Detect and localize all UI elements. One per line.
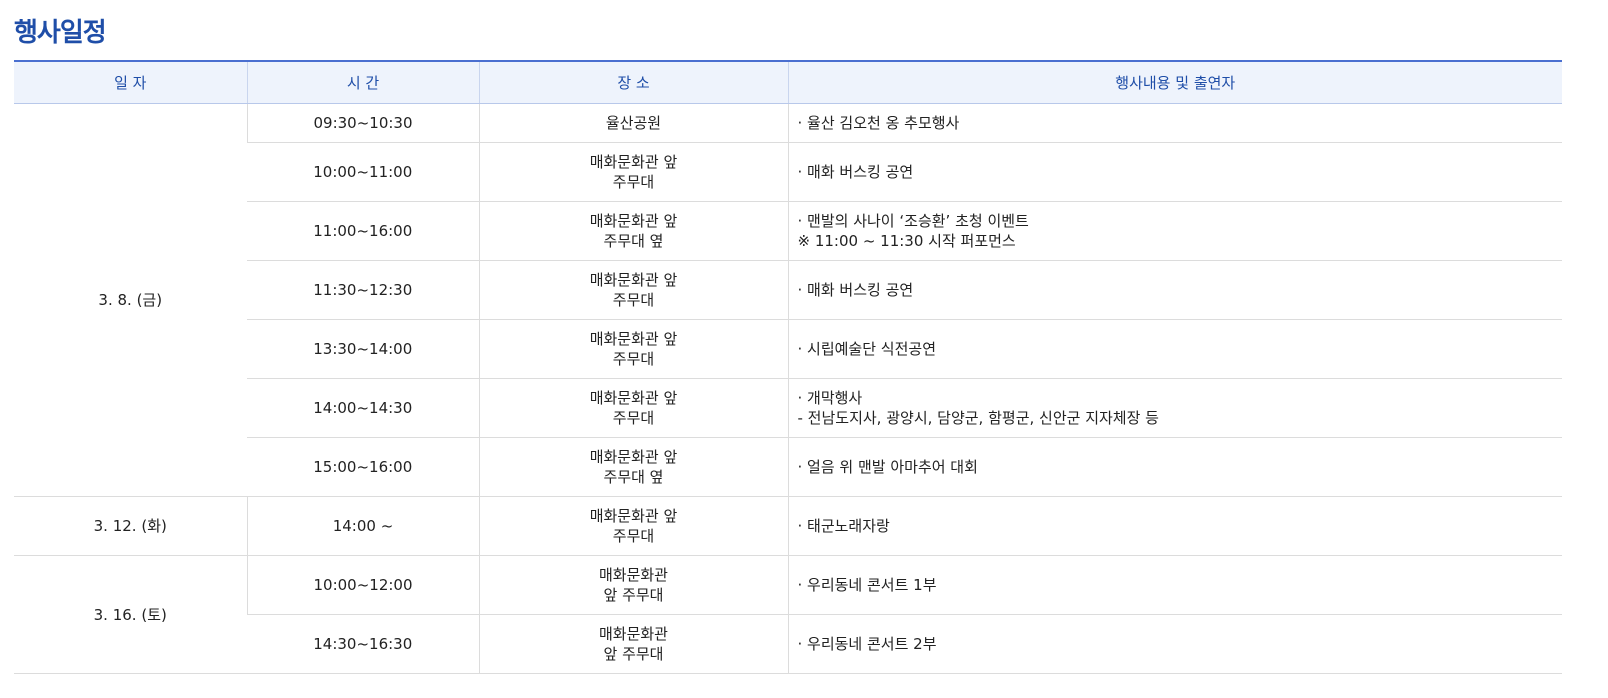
table-row: 3. 12. (화) 14:00 ~ 매화문화관 앞주무대 · 태군노래자랑 (14, 496, 1562, 556)
content-cell: · 우리동네 콘서트 1부 (787, 555, 1562, 615)
date-cell: 3. 16. (토) (14, 555, 247, 674)
place-cell: 매화문화관 앞주무대 (478, 378, 788, 438)
place-cell: 매화문화관 앞주무대 (478, 319, 788, 379)
place-line: 주무대 (612, 291, 655, 309)
content-line: · 매화 버스킹 공연 (797, 163, 914, 181)
time-cell: 11:30~12:30 (247, 260, 479, 320)
place-line: 주무대 (612, 409, 655, 427)
place-line: 매화문화관 (598, 566, 668, 584)
content-cell: · 얼음 위 맨발 아마추어 대회 (787, 437, 1562, 497)
place-line: 주무대 (612, 527, 655, 545)
content-line: · 우리동네 콘서트 1부 (797, 576, 937, 594)
time-cell: 13:30~14:00 (247, 319, 479, 379)
place-line: 주무대 (612, 173, 655, 191)
time-cell: 15:00~16:00 (247, 437, 479, 497)
content-cell: · 맨발의 사나이 ‘조승환’ 초청 이벤트 ※ 11:00 ~ 11:30 시작… (787, 201, 1562, 261)
content-cell: · 태군노래자랑 (787, 496, 1562, 556)
table-row: 11:30~12:30 매화문화관 앞주무대 · 매화 버스킹 공연 (14, 260, 1562, 320)
content-cell: · 시립예술단 식전공연 (787, 319, 1562, 379)
place-line: 앞 주무대 (603, 645, 664, 663)
place-line: 매화문화관 앞 (589, 212, 678, 230)
time-cell: 10:00~11:00 (247, 142, 479, 202)
content-line: · 태군노래자랑 (797, 517, 890, 535)
place-line: 율산공원 (605, 114, 662, 132)
content-line: · 율산 김오천 옹 추모행사 (797, 114, 960, 132)
content-line: ※ 11:00 ~ 11:30 시작 퍼포먼스 (797, 232, 1016, 250)
place-line: 매화문화관 (598, 625, 668, 643)
table-row: 10:00~11:00 매화문화관 앞주무대 · 매화 버스킹 공연 (14, 142, 1562, 202)
place-line: 매화문화관 앞 (589, 507, 678, 525)
place-cell: 매화문화관 앞주무대 옆 (478, 201, 788, 261)
time-cell: 14:30~16:30 (247, 614, 479, 674)
place-cell: 매화문화관 앞주무대 (478, 142, 788, 202)
content-line: · 맨발의 사나이 ‘조승환’ 초청 이벤트 (797, 212, 1029, 230)
place-cell: 매화문화관 앞주무대 (478, 260, 788, 320)
place-cell: 율산공원 (478, 103, 788, 143)
table-row: 14:00~14:30 매화문화관 앞주무대 · 개막행사 - 전남도지사, 광양… (14, 378, 1562, 438)
place-cell: 매화문화관앞 주무대 (478, 614, 788, 674)
place-line: 매화문화관 앞 (589, 448, 678, 466)
table-row: 13:30~14:00 매화문화관 앞주무대 · 시립예술단 식전공연 (14, 319, 1562, 379)
place-line: 매화문화관 앞 (589, 153, 678, 171)
place-cell: 매화문화관앞 주무대 (478, 555, 788, 615)
table-row: 15:00~16:00 매화문화관 앞주무대 옆 · 얼음 위 맨발 아마추어 … (14, 437, 1562, 497)
table-row: 3. 16. (토) 10:00~12:00 매화문화관 앞 주무대 · 우리동네… (14, 555, 1562, 674)
content-line: · 얼음 위 맨발 아마추어 대회 (797, 458, 978, 476)
place-line: 매화문화관 앞 (589, 330, 678, 348)
schedule-table: 일 자 시 간 장 소 행사내용 및 출연자 3. 8. (금) 09:30~1… (14, 60, 1562, 674)
header-date: 일 자 (14, 61, 247, 104)
time-cell: 10:00~12:00 (246, 555, 479, 615)
header-content: 행사내용 및 출연자 (787, 61, 1562, 104)
header-time: 시 간 (246, 61, 479, 104)
page-title: 행사일정 (14, 18, 107, 48)
table-row: 3. 8. (금) 09:30~10:30 율산공원 · 율산 김오천 옹 추모… (14, 103, 1562, 497)
table-header-row: 일 자 시 간 장 소 행사내용 및 출연자 (14, 61, 1562, 104)
place-cell: 매화문화관 앞주무대 옆 (478, 437, 788, 497)
place-line: 주무대 옆 (603, 468, 664, 486)
place-line: 매화문화관 앞 (589, 389, 678, 407)
date-cell: 3. 12. (화) (14, 496, 247, 556)
content-cell: · 율산 김오천 옹 추모행사 (787, 103, 1562, 143)
time-cell: 09:30~10:30 (246, 103, 479, 143)
time-cell: 14:00~14:30 (247, 378, 479, 438)
content-cell: · 매화 버스킹 공연 (787, 142, 1562, 202)
place-line: 앞 주무대 (603, 586, 664, 604)
content-cell: · 우리동네 콘서트 2부 (787, 614, 1562, 674)
place-line: 주무대 옆 (603, 232, 664, 250)
content-line: · 시립예술단 식전공연 (797, 340, 937, 358)
schedule-section: 행사일정 일 자 시 간 장 소 행사내용 및 출연자 3. 8. (금) 09… (14, 0, 1608, 674)
content-line: - 전남도지사, 광양시, 담양군, 함평군, 신안군 지자체장 등 (797, 409, 1159, 427)
content-line: · 매화 버스킹 공연 (797, 281, 914, 299)
content-cell: · 개막행사 - 전남도지사, 광양시, 담양군, 함평군, 신안군 지자체장 등 (787, 378, 1562, 438)
content-cell: · 매화 버스킹 공연 (787, 260, 1562, 320)
place-line: 매화문화관 앞 (589, 271, 678, 289)
content-line: · 개막행사 (797, 389, 863, 407)
place-line: 주무대 (612, 350, 655, 368)
content-line: · 우리동네 콘서트 2부 (797, 635, 937, 653)
time-cell: 14:00 ~ (246, 496, 479, 556)
header-place: 장 소 (478, 61, 788, 104)
time-cell: 11:00~16:00 (247, 201, 479, 261)
date-cell: 3. 8. (금) (14, 103, 247, 497)
place-cell: 매화문화관 앞주무대 (478, 496, 788, 556)
table-row: 14:30~16:30 매화문화관앞 주무대 · 우리동네 콘서트 2부 (14, 614, 1562, 674)
table-row: 11:00~16:00 매화문화관 앞주무대 옆 · 맨발의 사나이 ‘조승환’… (14, 201, 1562, 261)
